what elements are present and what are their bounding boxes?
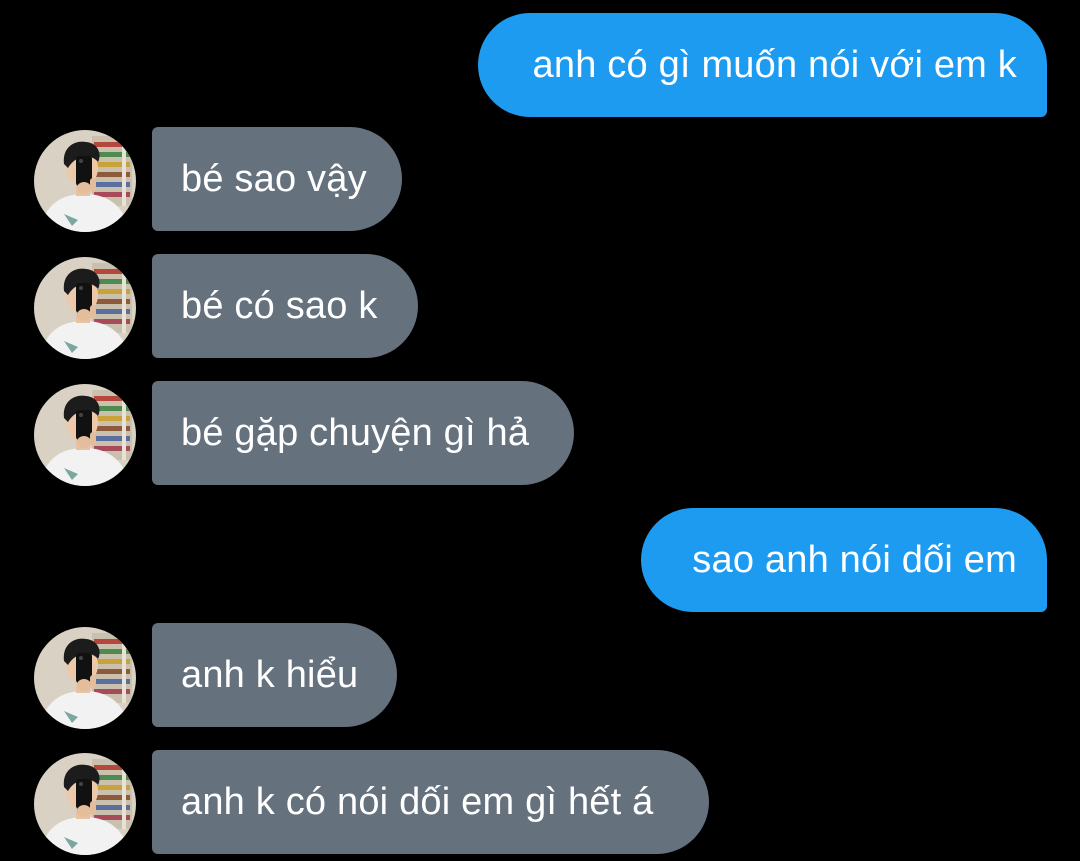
incoming-message-bubble[interactable]: bé sao vậy <box>152 127 402 231</box>
message-text: sao anh nói dối em <box>692 538 1017 581</box>
contact-avatar-icon[interactable] <box>34 130 136 232</box>
message-text: bé sao vậy <box>181 157 367 200</box>
incoming-message-bubble[interactable]: bé gặp chuyện gì hả <box>152 381 574 485</box>
message-text: anh k có nói dối em gì hết á <box>181 780 654 823</box>
contact-avatar-icon[interactable] <box>34 384 136 486</box>
contact-avatar-icon[interactable] <box>34 627 136 729</box>
contact-avatar-icon[interactable] <box>34 753 136 855</box>
incoming-message-bubble[interactable]: anh k có nói dối em gì hết á <box>152 750 709 854</box>
message-text: bé gặp chuyện gì hả <box>181 411 530 454</box>
contact-avatar-icon[interactable] <box>34 257 136 359</box>
outgoing-message-bubble[interactable]: anh có gì muốn nói với em k <box>478 13 1047 117</box>
outgoing-message-bubble[interactable]: sao anh nói dối em <box>641 508 1047 612</box>
message-text: anh có gì muốn nói với em k <box>532 43 1017 86</box>
message-text: bé có sao k <box>181 284 378 327</box>
incoming-message-bubble[interactable]: bé có sao k <box>152 254 418 358</box>
message-text: anh k hiểu <box>181 653 359 696</box>
incoming-message-bubble[interactable]: anh k hiểu <box>152 623 397 727</box>
